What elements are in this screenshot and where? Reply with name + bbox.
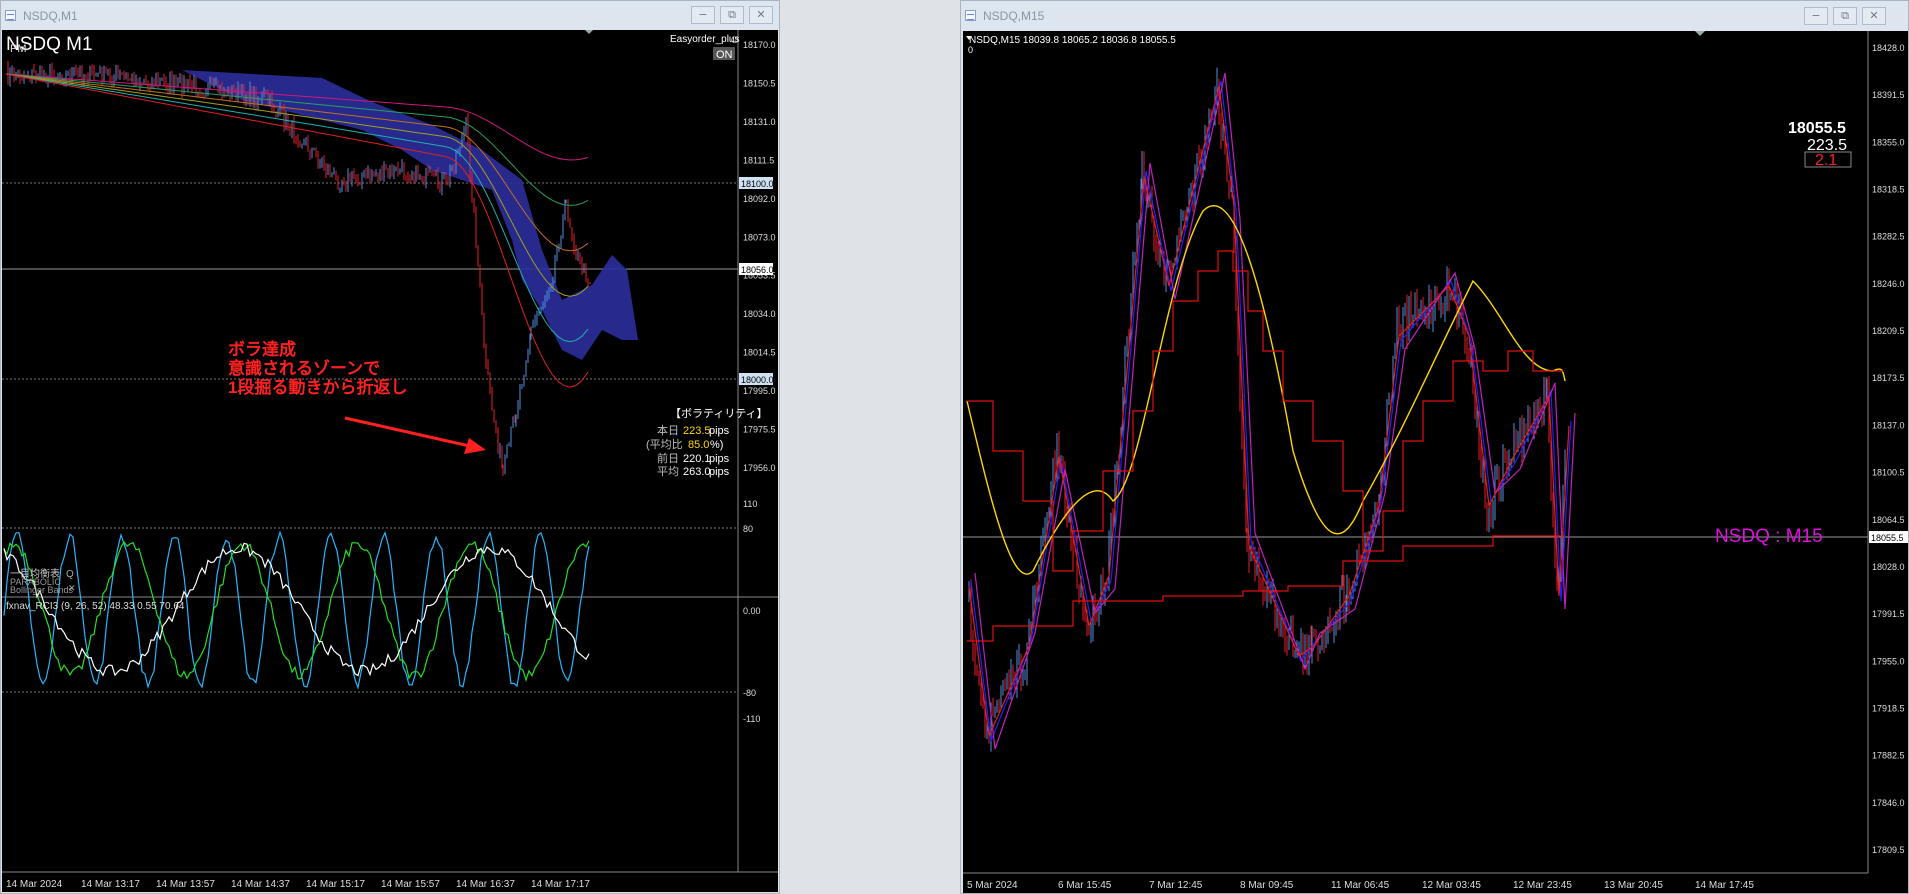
time-axis-label: 6 Mar 15:45	[1058, 880, 1112, 891]
vol-today-value: 223.5	[683, 425, 711, 437]
rci-axis-label: -80	[743, 688, 756, 698]
ohlc-line: NSDQ,M15 18039.8 18065.2 18036.8 18055.5	[969, 35, 1176, 46]
chart-window-m15[interactable]: NSDQ,M15 − ⧉ ✕ 18428.0 18391.5 18355.0 1831…	[960, 0, 1909, 894]
price-axis-label: 18014.5	[743, 348, 776, 358]
price-axis-label: 17846.0	[1872, 798, 1905, 808]
price-axis-label: 18173.5	[1872, 373, 1905, 383]
close-button-right[interactable]: ✕	[1862, 7, 1886, 25]
chart-window-icon	[965, 10, 976, 21]
indicator-label-bollinger[interactable]: Bollinger Bands	[10, 585, 74, 595]
m15-chart-area[interactable]: 18428.0 18391.5 18355.0 18318.5 18282.5 18246…	[963, 31, 1908, 893]
vol-avg-unit: pips	[709, 466, 730, 478]
minimize-button-right[interactable]: −	[1804, 7, 1828, 25]
price-axis-label: 18391.5	[1872, 90, 1905, 100]
vol-avg-value: 263.0	[683, 466, 711, 478]
window-title-m15: NSDQ,M15	[983, 9, 1045, 23]
annotation-line-3: 1段掘る動きから折返し	[228, 377, 407, 397]
ratio-value: 2.1	[1815, 152, 1837, 169]
price-axis-label: 17995.0	[743, 386, 776, 396]
time-axis-label: 14 Mar 17:17	[531, 879, 590, 890]
price-axis-label: 18282.5	[1872, 232, 1905, 242]
price-big: 18055.5	[1788, 120, 1846, 137]
m1-chart-area[interactable]: 18170.0 18150.5 18131.0 18111.5 18092.0 18073…	[2, 30, 778, 892]
price-axis-label: 18428.0	[1872, 43, 1905, 53]
price-axis-label: 18137.0	[1872, 420, 1905, 430]
time-axis-label: 5 Mar 2024	[967, 880, 1018, 891]
time-axis-label: 14 Mar 15:17	[306, 879, 365, 890]
time-axis-label: 13 Mar 20:45	[1604, 880, 1663, 891]
window-titlebar-m1[interactable]: NSDQ,M1	[1, 1, 779, 31]
price-axis-label: 17918.5	[1872, 703, 1905, 713]
close-button-left[interactable]: ✕	[749, 6, 773, 24]
price-axis-label: 17991.5	[1872, 609, 1905, 619]
price-axis-label: 18209.5	[1872, 326, 1905, 336]
price-tag-label: 18000.0	[741, 375, 774, 385]
price-axis-label: 18092.0	[743, 194, 776, 204]
m15-chart-background	[963, 31, 1908, 893]
time-axis-label: 11 Mar 06:45	[1331, 880, 1390, 891]
price-axis-label: 18318.5	[1872, 185, 1905, 195]
price-axis-label: 18355.0	[1872, 137, 1905, 147]
vol-ratio-unit: %)	[710, 439, 723, 451]
price-axis-label: 18064.5	[1872, 515, 1905, 525]
price-axis-label: 17955.0	[1872, 656, 1905, 666]
price-axis-label: 17956.0	[743, 463, 776, 473]
annotation-line-2: 意識されるゾーンで	[228, 358, 380, 378]
price-axis-label: 17882.5	[1872, 751, 1905, 761]
time-axis-label: 14 Mar 17:45	[1695, 880, 1754, 891]
smile-icon: ☺	[729, 34, 740, 46]
time-axis-label: 14 Mar 13:17	[81, 879, 140, 890]
rci-axis-label: 0.00	[743, 606, 761, 616]
price-axis-label: 18131.0	[743, 117, 776, 127]
vol-ratio-value: 85.0	[688, 439, 709, 451]
time-axis-label: 8 Mar 09:45	[1240, 880, 1294, 891]
vol-prev-unit: pips	[709, 453, 730, 465]
price-axis-label: 18034.0	[743, 309, 776, 319]
vol-today-label: 本日	[657, 423, 679, 437]
price-axis-label: 17809.5	[1872, 845, 1905, 855]
price-tag-label: 18100.0	[741, 179, 774, 189]
time-axis-label: 7 Mar 12:45	[1149, 880, 1203, 891]
time-axis-label: 14 Mar 13:57	[156, 879, 215, 890]
sub-zero: 0	[968, 45, 973, 55]
window-titlebar-m15[interactable]: NSDQ,M15	[961, 1, 1908, 31]
price-axis-label: 18150.5	[743, 78, 776, 88]
restore-button-left[interactable]: ⧉	[720, 6, 744, 24]
vol-prev-label: 前日	[657, 451, 679, 465]
time-axis-label: 14 Mar 14:37	[231, 879, 290, 890]
rci-title: fxnav_RCI3 (9, 26, 52) 48.33 0.55 70.64	[6, 601, 185, 612]
current-price-label: 18055.5	[1871, 533, 1904, 543]
rci-axis-label: -110	[743, 714, 760, 724]
restore-button-right[interactable]: ⧉	[1833, 7, 1857, 25]
time-axis-label: 14 Mar 16:37	[456, 879, 515, 890]
price-axis-label: 18100.5	[1872, 468, 1905, 478]
price-axis-label: 18073.0	[743, 232, 776, 242]
vol-heading: 【ボラティリティ】	[670, 407, 768, 420]
time-axis-label: 14 Mar 15:57	[381, 879, 440, 890]
window-title-m1: NSDQ,M1	[23, 9, 78, 23]
indicator-remove-icon[interactable]: Q	[66, 569, 74, 580]
vol-prev-value: 220.1	[683, 453, 711, 465]
time-axis-label: 12 Mar 03:45	[1422, 880, 1481, 891]
annotation-line-1: ボラ達成	[228, 339, 296, 359]
time-axis-label: 12 Mar 23:45	[1513, 880, 1572, 891]
price-axis-label: 18246.0	[1872, 279, 1905, 289]
vol-today-unit: pips	[709, 425, 730, 437]
rci-axis-label: 80	[743, 524, 753, 534]
price-axis-label: 18111.5	[743, 155, 774, 165]
pm-tag: PM	[10, 43, 27, 55]
indicator-close-icon[interactable]: ✕	[68, 583, 76, 593]
on-button-label: ON	[716, 49, 733, 61]
minimize-button-left[interactable]: −	[691, 6, 715, 24]
rci-axis-label: 110	[743, 499, 757, 509]
time-axis-label: 14 Mar 2024	[6, 879, 63, 890]
vol-avg-label: 平均	[657, 465, 679, 478]
price-axis-label: 18028.0	[1872, 562, 1905, 572]
watermark-label: NSDQ : M15	[1715, 526, 1823, 547]
chart-window-icon	[5, 10, 16, 21]
price-axis-label: 17975.5	[743, 425, 776, 435]
vol-ratio-label: (平均比	[646, 438, 683, 451]
price-axis-label: 18170.0	[743, 40, 776, 50]
price-tag-label: 18056.0	[741, 265, 774, 275]
